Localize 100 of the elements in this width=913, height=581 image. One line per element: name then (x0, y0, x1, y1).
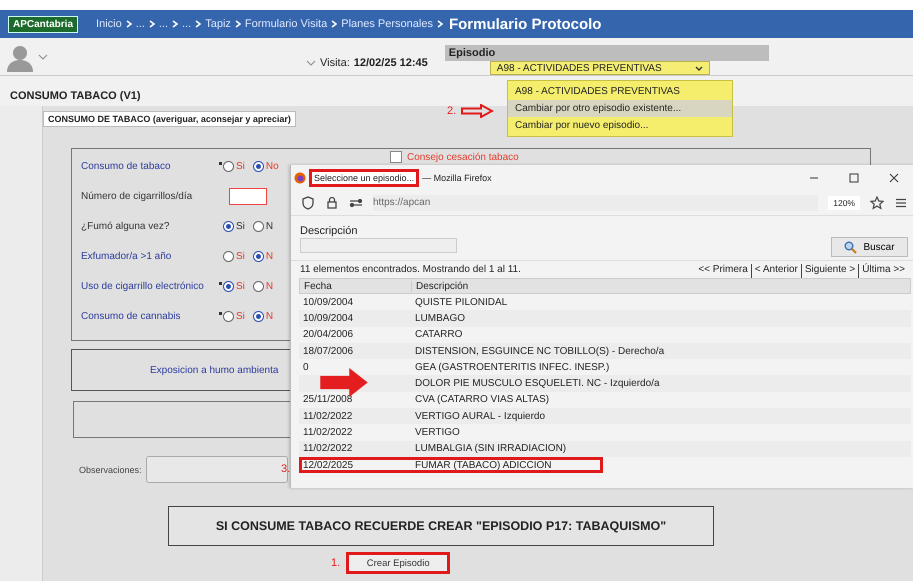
radio-button[interactable] (223, 280, 234, 292)
step-number: 3. (281, 463, 290, 475)
observations-label: Observaciones: (79, 464, 142, 474)
breadcrumb-link[interactable]: Tapiz (205, 18, 231, 30)
table-cell-text: DISTENSION, ESGUINCE NC TOBILLO(S) - Derecho/a (414, 346, 664, 357)
chevron-icon[interactable] (38, 54, 48, 60)
table-cell-text: LUMBALGIA (SIN IRRADIACION) (414, 443, 566, 454)
search-button[interactable]: Buscar (831, 237, 908, 257)
window-title: Seleccione un episodio... (309, 168, 420, 186)
search-label: Descripción (300, 225, 358, 237)
table-cell-text: 20/04/2006 (302, 329, 354, 340)
radio-button[interactable] (252, 280, 264, 292)
star-icon[interactable] (870, 196, 884, 210)
breadcrumb-link[interactable]: ... (136, 18, 145, 30)
table-cell-text: DOLOR PIE MUSCULO ESQUELETI. NC - Izquierdo/a (414, 378, 660, 390)
pagination-link[interactable]: << Primera (695, 264, 751, 278)
caret-icon (694, 66, 703, 71)
chevron-icon (195, 20, 202, 28)
radio-label: N (266, 280, 274, 292)
table-row[interactable]: 11/02/2022 VERTIGO (299, 424, 603, 441)
radio-label: Si (236, 220, 245, 232)
arrow-icon (461, 104, 494, 118)
table-row[interactable]: 20/04/2006 CATARRO (299, 326, 603, 343)
radio-label: N (266, 310, 274, 322)
table-cell-text: QUISTE PILONIDAL (414, 296, 508, 308)
browser-logo-icon (294, 172, 306, 184)
episode-select[interactable]: A98 - ACTIVIDADES PREVENTIVAS (490, 61, 710, 75)
radio-label: Si (236, 250, 245, 262)
field-label: Número de cigarrillos/día (81, 190, 194, 202)
logo[interactable]: APCantabria (8, 16, 78, 32)
radio-button[interactable] (223, 220, 234, 232)
table-cell-text: 11/02/2022 (302, 427, 354, 438)
table-cell-text: 11/02/2022 (302, 410, 354, 422)
shield-icon[interactable] (301, 196, 315, 210)
radio-label: No (266, 160, 279, 172)
table-cell-text: 18/07/2006 (302, 346, 354, 357)
field-label: Exfumador/a >1 año (81, 250, 172, 262)
visit-label: Visita: (320, 57, 350, 69)
radio-label: Si (236, 280, 245, 292)
url-field[interactable]: https://apcan (373, 194, 818, 210)
chevron-icon (172, 20, 178, 28)
exposure-label: Exposicion a humo ambienta (150, 364, 278, 376)
checkbox-label: Consejo cesación tabaco (407, 152, 519, 162)
table-row[interactable]: 10/09/2004 QUISTE PILONIDAL (299, 294, 603, 310)
table-cell-text: LUMBAGO (414, 312, 466, 324)
table-cell-text: GEA (GASTROENTERITIS INFEC. INESP.) (414, 362, 610, 373)
table-cell-text: CATARRO (414, 329, 462, 340)
table-row[interactable]: 0 GEA (GASTROENTERITIS INFEC. INESP.) (299, 359, 610, 376)
table-cell-text: 12/02/2025 (302, 460, 354, 471)
column-header[interactable]: Fecha (300, 280, 412, 292)
page-title: Formulario Protocolo (448, 16, 602, 32)
table-cell-text: 25/11/2008 (302, 394, 354, 406)
table-row[interactable]: 12/02/2025 FUMAR (TABACO) ADICCION (299, 456, 603, 474)
radio-label: N (266, 220, 274, 232)
observations-field[interactable] (146, 456, 288, 483)
number-field[interactable] (229, 188, 267, 204)
table-cell-text: FUMAR (TABACO) ADICCION (414, 460, 552, 471)
reminder-banner: SI CONSUME TABACO RECUERDE CREAR "EPISODIO P17: TABAQUISMO" (168, 506, 714, 546)
breadcrumb-link[interactable]: Planes Personales (341, 18, 433, 30)
radio-button[interactable] (223, 310, 234, 322)
radio-label: Si (236, 310, 245, 322)
radio-button[interactable] (252, 250, 264, 262)
breadcrumb-link[interactable]: Inicio (96, 18, 122, 30)
table-cell-text: CVA (CATARRO VIAS ALTAS) (414, 394, 550, 406)
visit-date: 12/02/25 12:45 (354, 57, 428, 69)
dropdown-option[interactable]: Cambiar por nuevo episodio... (508, 117, 732, 134)
table-cell-text: 11/02/2022 (302, 443, 354, 454)
create-episode-button[interactable]: Crear Episodio (346, 552, 450, 574)
checkbox[interactable] (390, 151, 402, 163)
table-row[interactable]: 25/11/2008 CVA (CATARRO VIAS ALTAS) (299, 392, 603, 408)
chevron-icon (126, 20, 132, 28)
maximize-icon (849, 172, 859, 182)
radio-button[interactable] (223, 250, 234, 262)
radio-button[interactable] (252, 160, 264, 172)
radio-button[interactable] (252, 220, 264, 232)
chevron-icon (331, 20, 338, 28)
step-number: 2. (447, 105, 456, 117)
chevron-icon[interactable] (306, 60, 316, 66)
table-cell-text: 10/09/2004 (302, 296, 354, 308)
dropdown-option[interactable]: A98 - ACTIVIDADES PREVENTIVAS (508, 83, 732, 100)
zoom-level[interactable]: 120% (828, 196, 860, 210)
dropdown-option[interactable]: Cambiar por otro episodio existente... (508, 100, 732, 117)
close-icon (889, 172, 899, 182)
table-cell-text: VERTIGO AURAL - Izquierdo (414, 410, 546, 422)
table-cell-text: VERTIGO (414, 427, 460, 438)
search-icon (844, 240, 858, 254)
step-number: 1. (331, 557, 340, 569)
breadcrumb-link[interactable]: ... (182, 18, 192, 30)
window-app-name: — Mozilla Firefox (422, 172, 492, 182)
chevron-icon (234, 20, 241, 28)
episode-label: Episodio (444, 45, 769, 62)
breadcrumb-link[interactable]: ... (158, 18, 168, 30)
section-tab[interactable]: CONSUMO DE TABACO (averiguar, aconsejar y apreciar) (43, 111, 296, 127)
field-label: Uso de cigarrillo electrónico (81, 280, 205, 292)
radio-button[interactable] (223, 160, 234, 172)
search-field[interactable] (300, 238, 457, 253)
column-header[interactable]: Descripción (412, 280, 468, 292)
radio-button[interactable] (252, 310, 264, 322)
lock-icon[interactable] (325, 196, 339, 210)
breadcrumb-link[interactable]: Formulario Visita (244, 18, 328, 30)
